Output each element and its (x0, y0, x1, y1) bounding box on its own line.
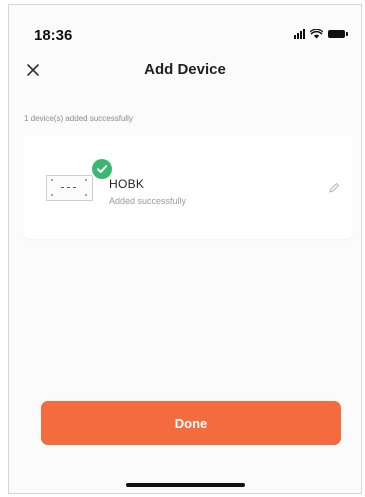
signal-icon (294, 29, 305, 39)
done-button[interactable]: Done (41, 401, 341, 445)
status-icons (294, 29, 348, 39)
navigation-bar: Add Device (9, 55, 361, 85)
wifi-icon (310, 29, 323, 39)
page-title: Add Device (144, 61, 226, 78)
edit-icon[interactable] (328, 182, 340, 194)
device-status: Added successfully (109, 196, 187, 206)
device-name: HOBK (109, 177, 145, 191)
status-time: 18:36 (34, 27, 73, 44)
success-check-icon (92, 159, 112, 179)
home-indicator (126, 483, 245, 487)
phone-screen: 18:36 Add Device 1 device(s) added succe… (8, 4, 362, 494)
device-thumbnail (46, 175, 93, 201)
status-bar: 18:36 (9, 5, 361, 49)
battery-icon (328, 30, 348, 38)
success-summary: 1 device(s) added successfully (24, 114, 133, 123)
device-card[interactable]: HOBK Added successfully (23, 135, 353, 239)
